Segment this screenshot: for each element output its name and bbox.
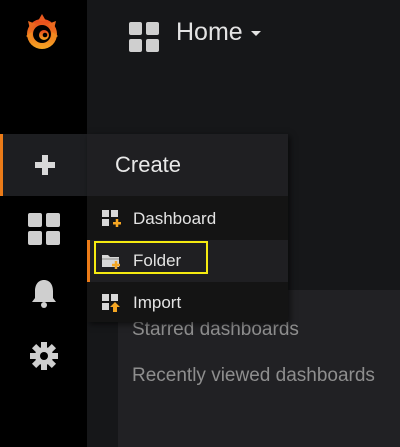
sidemenu-create-button[interactable] (0, 134, 87, 196)
side-menu (0, 0, 87, 447)
create-import-item[interactable]: Import (87, 282, 288, 324)
sidemenu-dashboards-button[interactable] (0, 198, 87, 260)
highlight-box (94, 241, 208, 274)
dashboards-grid-icon[interactable] (128, 21, 160, 58)
page-title: Home (176, 18, 243, 46)
navbar: Home (87, 0, 400, 70)
create-menu: Create Dashboard Folder Import (87, 134, 288, 322)
create-menu-title: Create (115, 152, 182, 177)
create-import-label: Import (133, 293, 182, 312)
create-menu-header[interactable]: Create (87, 134, 288, 196)
plus-icon (35, 155, 55, 175)
grafana-logo-icon[interactable] (20, 10, 64, 54)
create-dashboard-item[interactable]: Dashboard (87, 198, 288, 240)
import-icon (102, 294, 120, 312)
bell-icon (31, 280, 56, 308)
sidemenu-alerting-button[interactable] (0, 262, 87, 324)
chevron-down-icon (250, 30, 261, 36)
sidemenu-configuration-button[interactable] (0, 325, 87, 387)
recent-dashboards-heading: Recently viewed dashboards (132, 365, 375, 386)
dashboard-add-icon (102, 210, 121, 227)
create-dashboard-label: Dashboard (133, 209, 217, 228)
dashboard-picker[interactable]: Home (176, 18, 261, 47)
gear-icon (29, 342, 58, 370)
dashboards-grid-icon (27, 213, 60, 245)
